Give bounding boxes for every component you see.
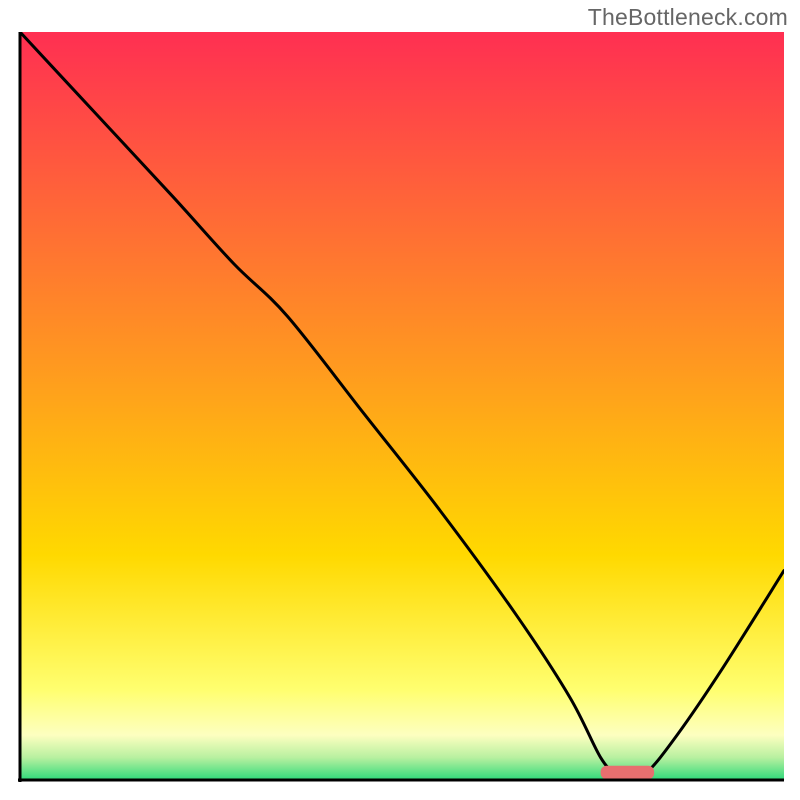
gradient-background [20,32,784,780]
chart-container: TheBottleneck.com [0,0,800,800]
watermark-text: TheBottleneck.com [588,4,788,31]
plot-area [18,32,784,784]
optimal-range-marker [601,766,654,779]
bottleneck-chart [18,32,784,784]
